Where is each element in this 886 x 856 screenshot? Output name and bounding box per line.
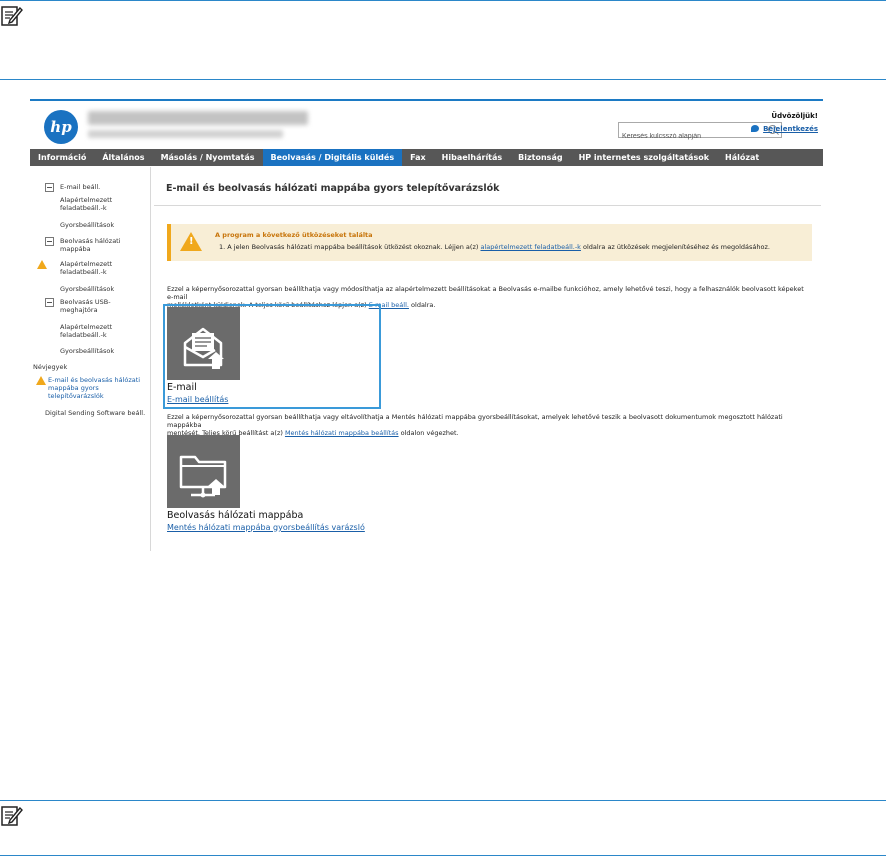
sidebar-item-label: Alapértelmezett bbox=[60, 196, 113, 204]
email-tile-title: E-mail bbox=[167, 382, 197, 393]
sidebar-item-contacts[interactable]: Névjegyek bbox=[33, 363, 67, 371]
folder-setup-link[interactable]: Mentés hálózati mappába gyorsbeállítás v… bbox=[167, 523, 365, 532]
alert-text-post: oldalra az ütközések megjelenítéséhez és… bbox=[580, 243, 770, 251]
alert-text-pre: 1. A jelen Beolvasás hálózati mappába be… bbox=[219, 243, 481, 251]
search-input[interactable] bbox=[619, 129, 762, 144]
sidebar-item-email-defaults[interactable]: Alapértelmezett feladatbeáll.-k bbox=[60, 196, 112, 212]
sidebar-item-email-settings[interactable]: E-mail beáll. bbox=[60, 183, 100, 191]
note-top-rule bbox=[0, 0, 886, 1]
email-envelope-icon[interactable] bbox=[167, 307, 240, 380]
paragraph-line: Ezzel a képernyősorozattal gyorsan beáll… bbox=[167, 413, 783, 429]
ews-screenshot: hp Üdvözöljük! Bejelentkezés Információ … bbox=[30, 99, 823, 551]
nav-tab-scan-digital-send[interactable]: Beolvasás / Digitális küldés bbox=[262, 149, 403, 166]
main-nav: Információ Általános Másolás / Nyomtatás… bbox=[30, 149, 823, 166]
text-fragment: oldalra. bbox=[408, 301, 436, 309]
collapse-usb-icon[interactable] bbox=[45, 298, 54, 307]
sidebar-item-label: E-mail és beolvasás hálózati bbox=[48, 376, 141, 384]
sidebar-item-label: Beolvasás USB- bbox=[60, 298, 111, 306]
nav-tab-troubleshooting[interactable]: Hibaelhárítás bbox=[434, 149, 511, 166]
folder-settings-link[interactable]: Mentés hálózati mappába beállítás bbox=[285, 429, 399, 437]
folder-description: Ezzel a képernyősorozattal gyorsan beáll… bbox=[167, 413, 807, 437]
sidebar-item-label: mappába gyors bbox=[48, 384, 99, 392]
printer-name-blurred bbox=[88, 111, 308, 125]
sidebar-item-label: Alapértelmezett bbox=[60, 260, 113, 268]
hp-logo: hp bbox=[44, 110, 78, 144]
header-top-rule bbox=[30, 99, 823, 101]
alert-defaults-link[interactable]: alapértelmezett feladatbeáll.-k bbox=[480, 243, 580, 251]
collapse-scan-folder-icon[interactable] bbox=[45, 237, 54, 246]
nav-tab-networking[interactable]: Hálózat bbox=[717, 149, 767, 166]
printer-address-blurred bbox=[88, 130, 283, 138]
sidebar-item-scan-usb[interactable]: Beolvasás USB- meghajtóra bbox=[60, 298, 111, 314]
nav-tab-hp-web-services[interactable]: HP internetes szolgáltatások bbox=[571, 149, 717, 166]
content-divider bbox=[150, 167, 151, 551]
alert-text: 1. A jelen Beolvasás hálózati mappába be… bbox=[219, 243, 770, 251]
nav-tab-fax[interactable]: Fax bbox=[402, 149, 434, 166]
login-icon bbox=[751, 125, 760, 132]
sidebar-item-label: feladatbeáll.-k bbox=[60, 331, 107, 339]
warning-icon bbox=[37, 260, 47, 269]
note-top-bottom-rule bbox=[0, 79, 886, 80]
warning-icon bbox=[36, 376, 46, 385]
network-folder-icon[interactable] bbox=[167, 435, 240, 508]
nav-tab-general[interactable]: Általános bbox=[94, 149, 152, 166]
sidebar-item-folder-quick[interactable]: Gyorsbeállítások bbox=[60, 285, 114, 293]
page-title: E-mail és beolvasás hálózati mappába gyo… bbox=[166, 183, 500, 194]
title-rule bbox=[154, 205, 821, 206]
paragraph-line: mentését. Teljes körű beállítást a(z) Me… bbox=[167, 429, 807, 437]
email-setup-link[interactable]: E-mail beállítás bbox=[167, 395, 228, 404]
nav-tab-security[interactable]: Biztonság bbox=[510, 149, 570, 166]
nav-tab-information[interactable]: Információ bbox=[30, 149, 94, 166]
sidebar-item-label: Beolvasás hálózati bbox=[60, 237, 121, 245]
collapse-email-icon[interactable] bbox=[45, 183, 54, 192]
note-icon bbox=[1, 806, 23, 826]
sidebar-item-usb-defaults[interactable]: Alapértelmezett feladatbeáll.-k bbox=[60, 323, 112, 339]
sidebar-item-label: mappába bbox=[60, 245, 91, 253]
warning-mark: ! bbox=[189, 236, 194, 247]
conflict-alert: ! A program a következő ütközéseket talá… bbox=[167, 224, 812, 261]
sidebar-item-label: meghajtóra bbox=[60, 306, 98, 314]
folder-tile-title: Beolvasás hálózati mappába bbox=[167, 510, 304, 521]
paragraph-line: Ezzel a képernyősorozattal gyorsan beáll… bbox=[167, 285, 804, 301]
sidebar-item-label: Alapértelmezett bbox=[60, 323, 113, 331]
note-icon bbox=[1, 6, 23, 26]
note-bottom-top-rule bbox=[0, 800, 886, 801]
sidebar-item-folder-defaults[interactable]: Alapértelmezett feladatbeáll.-k bbox=[60, 260, 112, 276]
alert-stripe bbox=[167, 224, 171, 261]
sidebar-item-scan-folder[interactable]: Beolvasás hálózati mappába bbox=[60, 237, 121, 253]
sidebar-item-label: feladatbeáll.-k bbox=[60, 268, 107, 276]
login-row[interactable]: Bejelentkezés bbox=[751, 125, 818, 133]
text-fragment: oldalon végezhet. bbox=[398, 429, 459, 437]
sidebar-item-email-quick[interactable]: Gyorsbeállítások bbox=[60, 221, 114, 229]
welcome-text: Üdvözöljük! bbox=[771, 112, 818, 120]
sidebar-item-quick-setup-wizards[interactable]: E-mail és beolvasás hálózati mappába gyo… bbox=[48, 376, 140, 400]
sidebar-item-usb-quick[interactable]: Gyorsbeállítások bbox=[60, 347, 114, 355]
alert-title: A program a következő ütközéseket talált… bbox=[215, 231, 373, 239]
sidebar-item-label: telepítővarázslók bbox=[48, 392, 104, 400]
login-link[interactable]: Bejelentkezés bbox=[763, 125, 818, 133]
sidebar-item-dss[interactable]: Digital Sending Software beáll. bbox=[45, 409, 145, 417]
sidebar-item-label: feladatbeáll.-k bbox=[60, 204, 107, 212]
nav-tab-copy-print[interactable]: Másolás / Nyomtatás bbox=[153, 149, 263, 166]
